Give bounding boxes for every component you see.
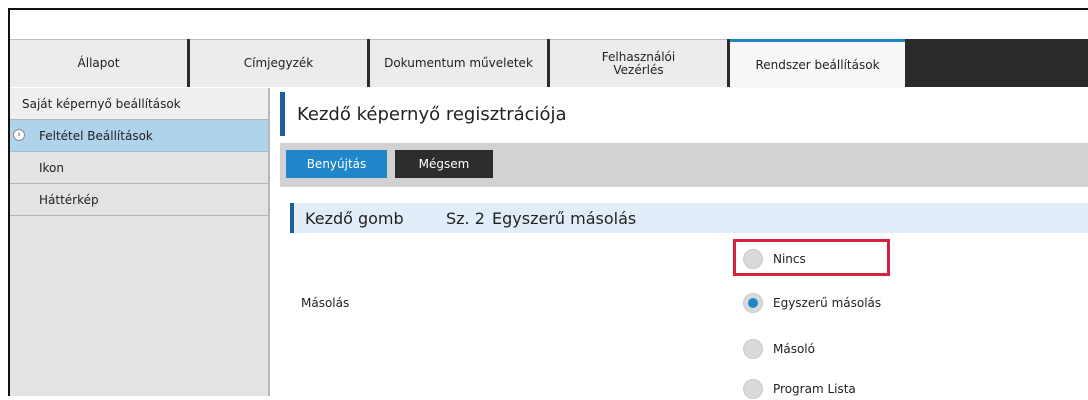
section-value: Egyszerű másolás: [492, 209, 637, 228]
highlight-box: [733, 239, 890, 276]
radio-button[interactable]: [743, 339, 763, 359]
tab-bar: Állapot Címjegyzék Dokumentum műveletek …: [10, 39, 1088, 88]
sidebar: Saját képernyő beállítások › Feltétel Be…: [10, 88, 268, 396]
chevron-right-circle-icon: ›: [13, 129, 25, 141]
tab-label-line1: Felhasználói: [601, 49, 676, 64]
sidebar-item-label: Háttérkép: [39, 192, 99, 207]
radio-label: Másoló: [773, 342, 815, 356]
tab-cimjegyzek[interactable]: Címjegyzék: [190, 39, 367, 87]
tab-label: Rendszer beállítások: [755, 57, 880, 72]
page-title: Kezdő képernyő regisztrációja: [297, 104, 567, 125]
section-number: Sz. 2: [446, 209, 485, 228]
sidebar-divider: [268, 88, 270, 396]
tab-allapot[interactable]: Állapot: [10, 39, 187, 87]
sidebar-header[interactable]: Saját képernyő beállítások: [10, 88, 268, 120]
radio-button[interactable]: [743, 379, 763, 399]
tab-label: Állapot: [77, 56, 120, 70]
section-accent: [290, 203, 294, 233]
tab-felhasznaloi-vezerles[interactable]: Felhasználói Vezérlés: [550, 39, 727, 87]
section-header: [290, 203, 1088, 233]
tab-label: Dokumentum műveletek: [384, 56, 533, 70]
radio-option-egyszeru-masolas[interactable]: Egyszerű másolás: [743, 292, 881, 314]
sidebar-header-label: Saját képernyő beállítások: [22, 96, 181, 111]
section-label: Kezdő gomb: [305, 209, 404, 228]
sidebar-item-hatterkep[interactable]: Háttérkép: [10, 184, 268, 216]
radio-option-program-lista[interactable]: Program Lista: [743, 378, 856, 400]
sidebar-item-ikon[interactable]: Ikon: [10, 152, 268, 184]
sidebar-item-feltetel-beallitasok[interactable]: › Feltétel Beállítások: [10, 120, 268, 152]
sidebar-item-label: Ikon: [39, 160, 65, 175]
tab-label-line2: Vezérlés: [613, 62, 664, 77]
tab-rendszer-beallitasok[interactable]: Rendszer beállítások: [730, 39, 905, 88]
tab-dokumentum-muveletek[interactable]: Dokumentum műveletek: [370, 39, 547, 87]
radio-label: Egyszerű másolás: [773, 296, 882, 310]
submit-button[interactable]: Benyújtás: [286, 150, 387, 178]
tab-label: Címjegyzék: [243, 56, 314, 70]
sidebar-item-label: Feltétel Beállítások: [39, 128, 153, 143]
radio-button-checked[interactable]: [743, 293, 763, 313]
frame-top-border: [8, 8, 1088, 10]
radio-option-masolo[interactable]: Másoló: [743, 338, 815, 360]
field-label-masolas: Másolás: [301, 296, 350, 310]
radio-label: Program Lista: [773, 382, 856, 396]
cancel-button[interactable]: Mégsem: [395, 150, 493, 178]
page-title-accent: [280, 92, 285, 136]
